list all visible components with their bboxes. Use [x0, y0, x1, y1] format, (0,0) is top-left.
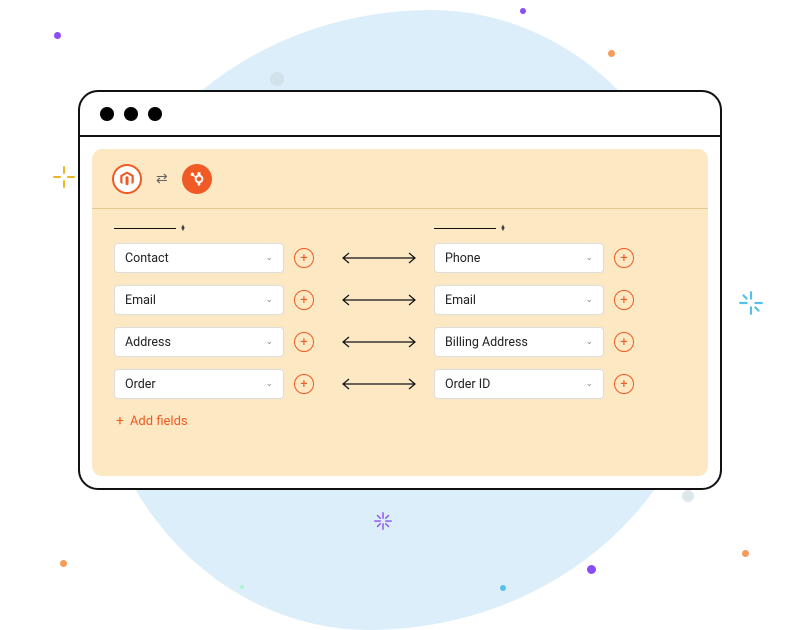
add-fields-label: Add fields	[130, 414, 188, 429]
left-field-select[interactable]: Email ⌄	[114, 285, 284, 315]
right-field-select[interactable]: Phone ⌄	[434, 243, 604, 273]
chevron-down-icon: ⌄	[265, 295, 273, 305]
mapping-panel: ⇄ ▲▼ ▲▼	[92, 149, 708, 476]
chevron-down-icon: ⌄	[585, 337, 593, 347]
confetti-dot	[682, 490, 694, 502]
chevron-down-icon: ⌄	[265, 337, 273, 347]
hubspot-icon	[182, 164, 212, 194]
left-field-select[interactable]: Address ⌄	[114, 327, 284, 357]
right-field-select[interactable]: Email ⌄	[434, 285, 604, 315]
bidirectional-arrow-icon	[334, 294, 424, 306]
add-left-button[interactable]: +	[294, 290, 314, 310]
mapping-body: ▲▼ ▲▼ Contact ⌄ +	[92, 209, 708, 439]
mapping-row: Email ⌄ + Email ⌄ +	[114, 285, 686, 315]
confetti-dot	[240, 585, 244, 589]
chevron-down-icon: ⌄	[585, 253, 593, 263]
window-control-dot[interactable]	[100, 107, 114, 121]
add-left-button[interactable]: +	[294, 332, 314, 352]
column-headers: ▲▼ ▲▼	[114, 225, 686, 231]
confetti-dot	[742, 550, 749, 557]
field-label: Email	[125, 293, 156, 308]
mapping-row: Address ⌄ + Billing Address ⌄ +	[114, 327, 686, 357]
plus-icon: +	[116, 413, 124, 429]
chevron-down-icon: ⌄	[265, 379, 273, 389]
confetti-dot	[60, 560, 67, 567]
left-column-header[interactable]: ▲▼	[114, 225, 284, 231]
sort-icon: ▲▼	[500, 225, 506, 231]
field-label: Contact	[125, 251, 169, 266]
sync-arrows-icon: ⇄	[156, 172, 168, 186]
left-field-select[interactable]: Order ⌄	[114, 369, 284, 399]
sparkle-icon	[738, 290, 764, 320]
add-right-button[interactable]: +	[614, 290, 634, 310]
chevron-down-icon: ⌄	[585, 295, 593, 305]
chevron-down-icon: ⌄	[265, 253, 273, 263]
panel-header: ⇄	[92, 149, 708, 209]
browser-window: ⇄ ▲▼ ▲▼	[78, 90, 722, 490]
chevron-down-icon: ⌄	[585, 379, 593, 389]
field-label: Phone	[445, 251, 480, 266]
add-left-button[interactable]: +	[294, 374, 314, 394]
mapping-row: Order ⌄ + Order ID ⌄ +	[114, 369, 686, 399]
add-fields-button[interactable]: + Add fields	[114, 413, 686, 429]
mapping-row: Contact ⌄ + Phone ⌄ +	[114, 243, 686, 273]
field-label: Address	[125, 335, 171, 350]
window-control-dot[interactable]	[124, 107, 138, 121]
sparkle-icon	[52, 165, 76, 193]
confetti-dot	[54, 32, 61, 39]
confetti-dot	[587, 565, 596, 574]
add-right-button[interactable]: +	[614, 374, 634, 394]
right-field-select[interactable]: Order ID ⌄	[434, 369, 604, 399]
window-titlebar	[80, 92, 720, 137]
bidirectional-arrow-icon	[334, 252, 424, 264]
field-label: Order ID	[445, 377, 490, 392]
field-label: Email	[445, 293, 476, 308]
confetti-dot	[270, 72, 284, 86]
confetti-dot	[608, 50, 615, 57]
confetti-dot	[520, 8, 526, 14]
left-field-select[interactable]: Contact ⌄	[114, 243, 284, 273]
sort-icon: ▲▼	[180, 225, 186, 231]
sparkle-icon	[372, 510, 394, 536]
confetti-dot	[500, 585, 506, 591]
bidirectional-arrow-icon	[334, 336, 424, 348]
field-label: Order	[125, 377, 156, 392]
right-column-header[interactable]: ▲▼	[434, 225, 604, 231]
add-left-button[interactable]: +	[294, 248, 314, 268]
bidirectional-arrow-icon	[334, 378, 424, 390]
right-field-select[interactable]: Billing Address ⌄	[434, 327, 604, 357]
magento-icon	[112, 164, 142, 194]
add-right-button[interactable]: +	[614, 248, 634, 268]
field-label: Billing Address	[445, 335, 528, 350]
window-control-dot[interactable]	[148, 107, 162, 121]
add-right-button[interactable]: +	[614, 332, 634, 352]
